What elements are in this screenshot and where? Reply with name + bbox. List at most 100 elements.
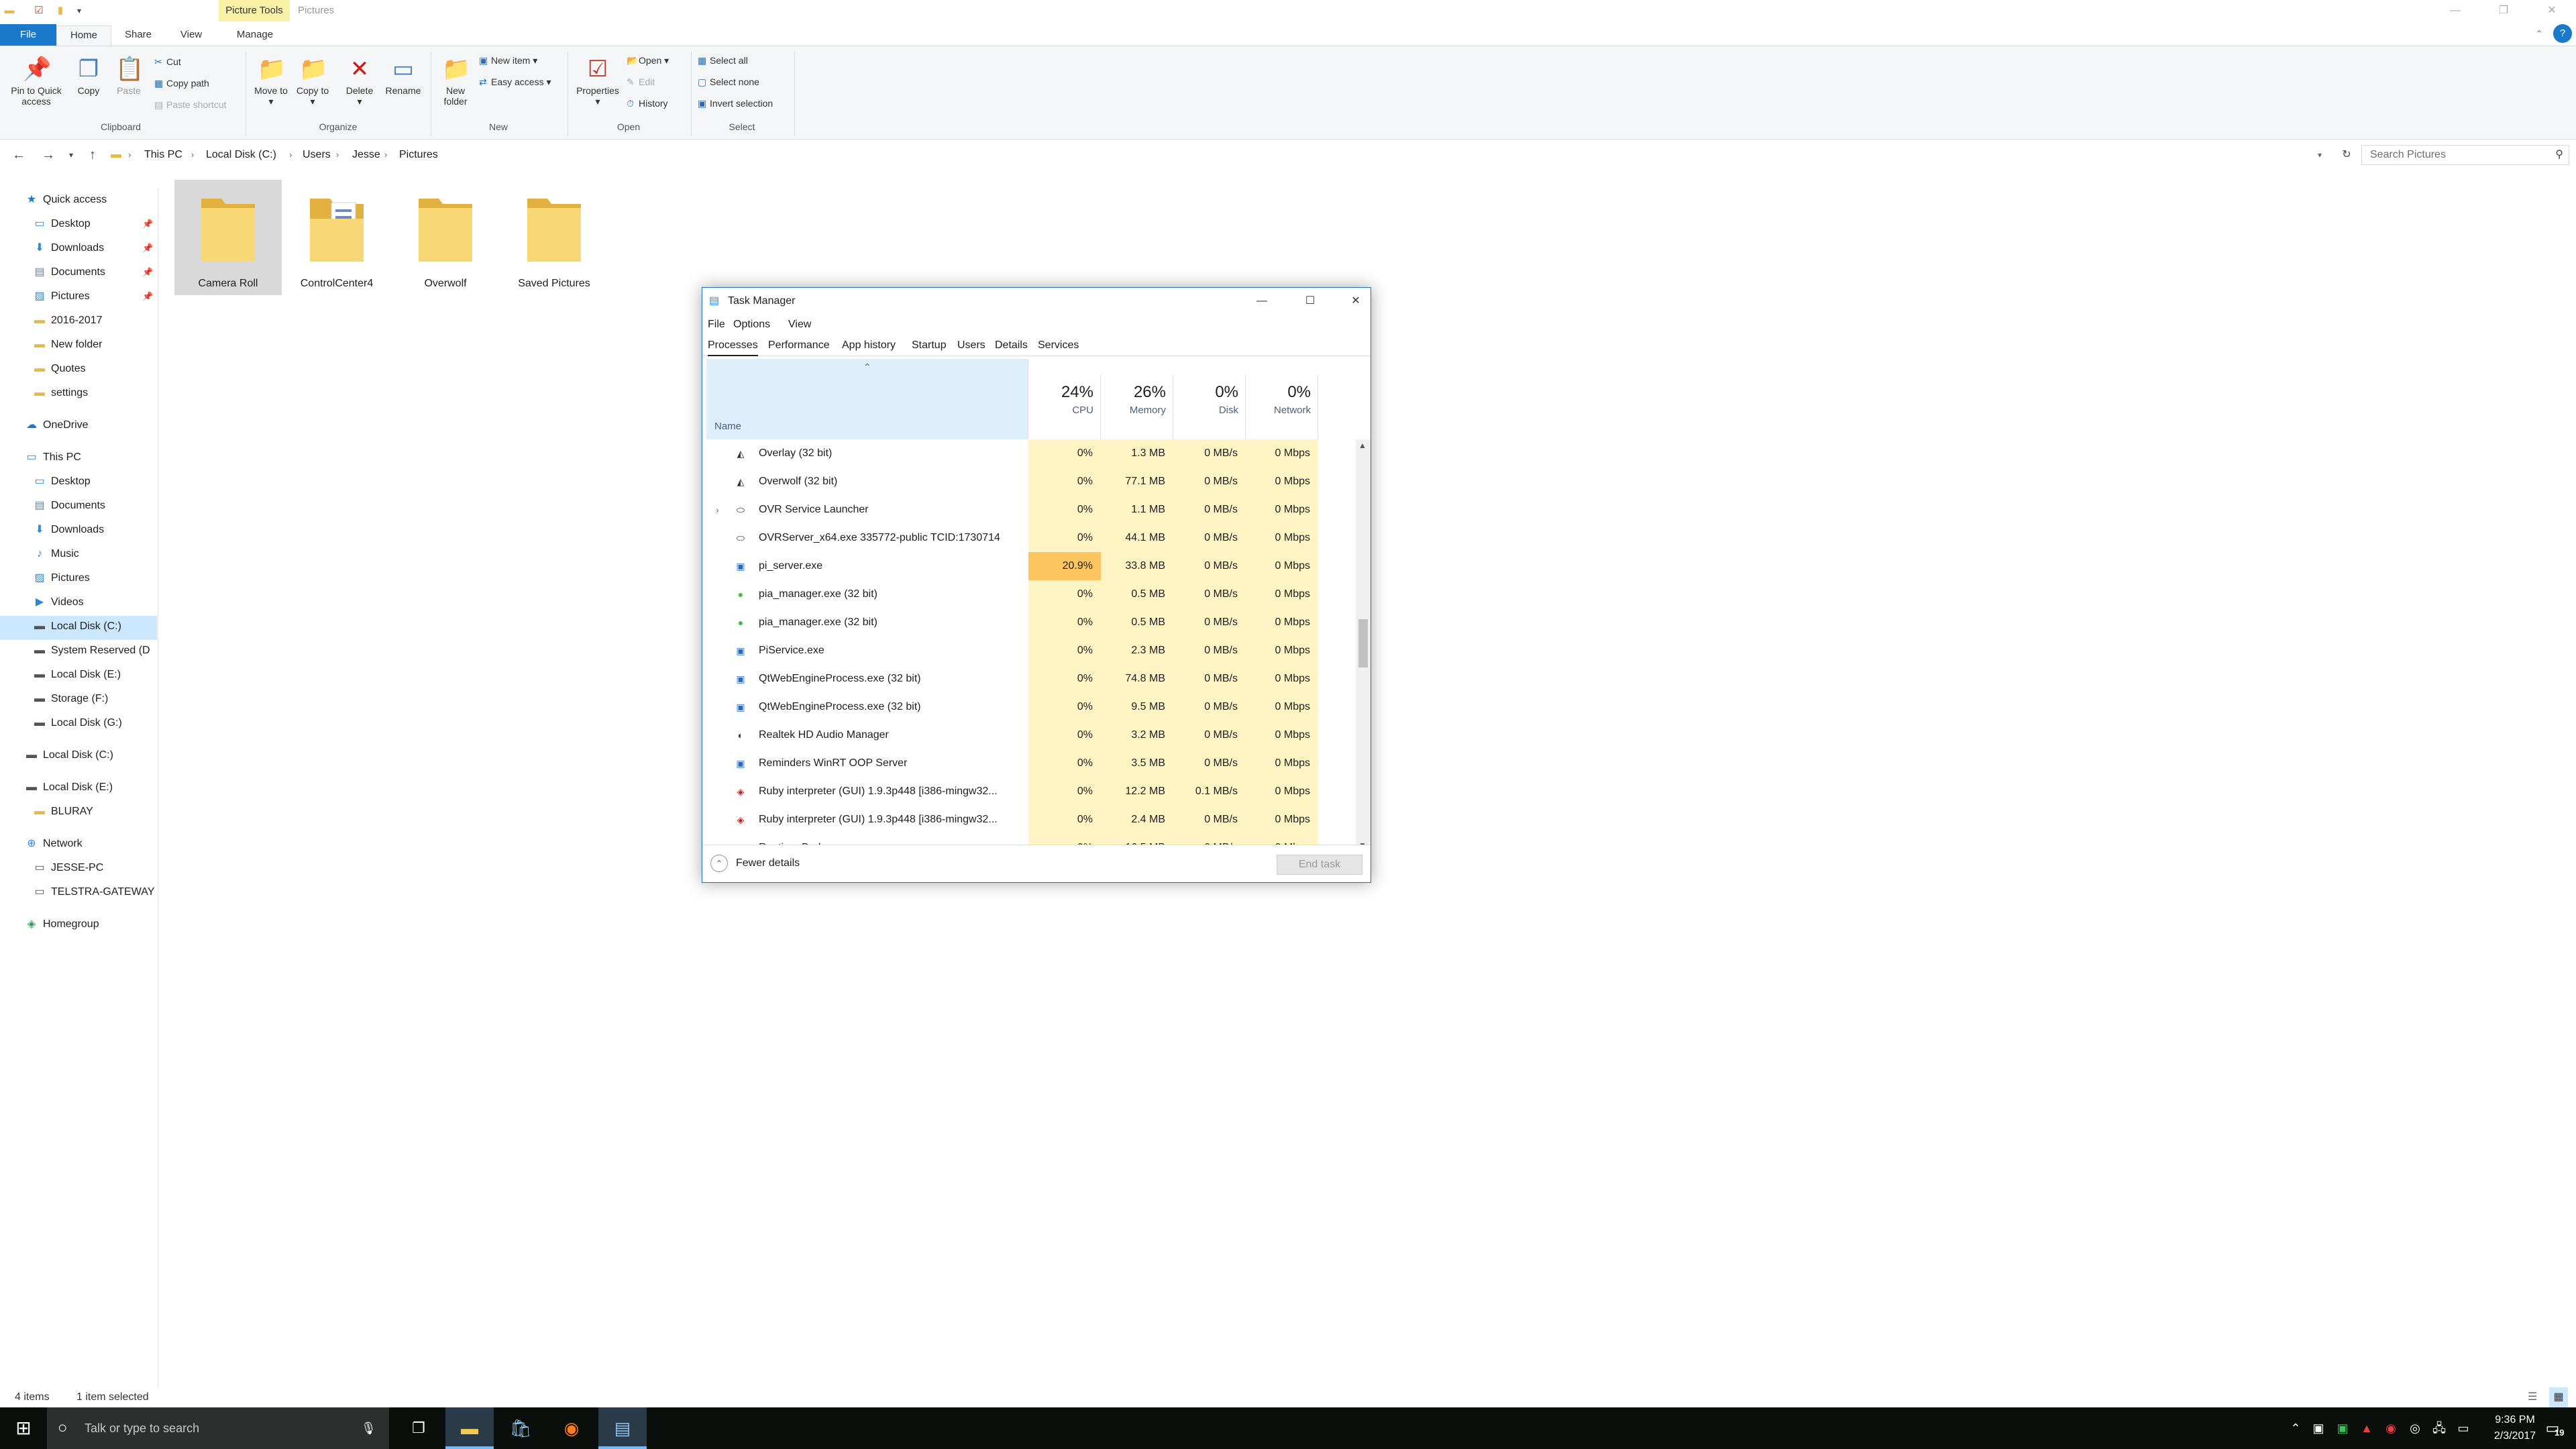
- store-taskbar-icon[interactable]: 🛍: [496, 1407, 545, 1449]
- nav-pc-local-disk-e[interactable]: ▬ Local Disk (E:): [32, 663, 121, 687]
- tray-overwolf-icon[interactable]: ▲: [2357, 1407, 2376, 1449]
- nav-bluray[interactable]: ▬ BLURAY: [32, 800, 93, 824]
- windows-start-icon[interactable]: ⊞: [0, 1407, 47, 1449]
- nav-network[interactable]: ⊕ Network: [24, 832, 82, 856]
- pin-icon[interactable]: 📌: [142, 291, 153, 302]
- nav-pc-documents[interactable]: ▤ Documents: [32, 494, 105, 518]
- action-center-icon[interactable]: ▭: [2536, 1407, 2569, 1449]
- nav-local-disk-c[interactable]: ▬ Local Disk (C:): [24, 743, 113, 767]
- menu-view[interactable]: View: [788, 315, 811, 335]
- tab-share[interactable]: Share: [114, 25, 162, 44]
- process-row[interactable]: ▣ QtWebEngineProcess.exe (32 bit) 0% 9.5 MB…: [706, 693, 1356, 721]
- end-task-button[interactable]: End task: [1277, 855, 1362, 875]
- process-row[interactable]: ● pia_manager.exe (32 bit) 0% 0.5 MB 0 MB/s 0…: [706, 608, 1356, 637]
- process-row[interactable]: ▣ QtWebEngineProcess.exe (32 bit) 0% 74.8 M…: [706, 665, 1356, 693]
- nav-pc-local-disk-c[interactable]: ▬ Local Disk (C:): [32, 614, 121, 639]
- process-row[interactable]: ▣ PiService.exe 0% 2.3 MB 0 MB/s 0 Mbps: [706, 637, 1356, 665]
- tab-performance[interactable]: Performance: [768, 335, 830, 356]
- pin-to-quick-access-button[interactable]: 📌 Pin to Quick access: [5, 56, 67, 107]
- tab-manage[interactable]: Manage: [221, 25, 288, 44]
- nav-quick-2016-2017[interactable]: ▬ 2016-2017: [32, 309, 103, 333]
- tab-details[interactable]: Details: [995, 335, 1028, 356]
- breadcrumb-pictures[interactable]: Pictures: [399, 146, 438, 164]
- breadcrumb-separator-icon[interactable]: ›: [191, 146, 194, 164]
- tray-app-icon[interactable]: ▣: [2309, 1407, 2328, 1449]
- network-tray-icon[interactable]: 🖧: [2430, 1407, 2449, 1449]
- customize-qat-icon[interactable]: ▾: [74, 5, 85, 16]
- back-arrow-icon[interactable]: ←: [9, 145, 28, 165]
- process-row[interactable]: ◈ Ruby interpreter (GUI) 1.9.3p448 [i386-…: [706, 806, 1356, 834]
- tab-startup[interactable]: Startup: [912, 335, 947, 356]
- process-row[interactable]: ◭ Overwolf (32 bit) 0% 77.1 MB 0 MB/s 0 Mbps: [706, 468, 1356, 496]
- tab-app-history[interactable]: App history: [842, 335, 896, 356]
- network-column-header[interactable]: 0% Network: [1246, 375, 1318, 439]
- tray-nvidia-icon[interactable]: ▣: [2333, 1407, 2352, 1449]
- process-row[interactable]: ▣ Reminders WinRT OOP Server 0% 3.5 MB 0 MB/…: [706, 749, 1356, 777]
- tab-users[interactable]: Users: [957, 335, 985, 356]
- breadcrumb-jesse[interactable]: Jesse: [352, 146, 380, 164]
- nav-quick-documents[interactable]: ▤ Documents: [32, 260, 105, 284]
- nav-this-pc[interactable]: ▭ This PC: [24, 445, 80, 470]
- open-button[interactable]: 📂Open ▾: [627, 54, 669, 66]
- file-explorer-taskbar-icon[interactable]: ▬: [445, 1407, 494, 1449]
- details-view-icon[interactable]: ☰: [2528, 1387, 2537, 1407]
- breadcrumb-users[interactable]: Users: [303, 146, 331, 164]
- invert-selection-button[interactable]: ▣ Invert selection: [698, 97, 773, 109]
- nav-quick-quotes[interactable]: ▬ Quotes: [32, 357, 86, 381]
- folder-camera-roll[interactable]: Camera Roll: [174, 180, 282, 295]
- tab-file[interactable]: File: [0, 24, 56, 46]
- minimize-icon[interactable]: —: [1250, 288, 1274, 315]
- nav-quick-desktop[interactable]: ▭ Desktop: [32, 212, 90, 236]
- nav-pc-desktop[interactable]: ▭ Desktop: [32, 470, 90, 494]
- process-row[interactable]: ● pia_manager.exe (32 bit) 0% 0.5 MB 0 MB/s 0…: [706, 580, 1356, 608]
- nav-quick-downloads[interactable]: ⬇ Downloads: [32, 236, 104, 260]
- properties-button[interactable]: ☑ Properties ▾: [572, 56, 624, 107]
- close-icon[interactable]: ✕: [1344, 288, 1368, 315]
- breadcrumb-separator-icon[interactable]: ›: [384, 146, 387, 164]
- nav-quick-pictures[interactable]: ▨ Pictures: [32, 284, 89, 309]
- forward-arrow-icon[interactable]: →: [39, 145, 58, 165]
- history-button[interactable]: ⏱ History: [627, 97, 668, 109]
- process-row[interactable]: ▣ pi_server.exe 20.9% 33.8 MB 0 MB/s 0 Mbps: [706, 552, 1356, 580]
- new-folder-button[interactable]: 📁 New folder: [435, 56, 476, 107]
- scrollbar-thumb[interactable]: [1358, 619, 1368, 667]
- nav-pc-storage-f[interactable]: ▬ Storage (F:): [32, 687, 108, 711]
- close-icon[interactable]: ✕: [2528, 0, 2576, 21]
- paste-shortcut-button[interactable]: ▤ Paste shortcut: [154, 99, 227, 111]
- search-input[interactable]: Search Pictures ⚲: [2361, 145, 2569, 165]
- properties-icon[interactable]: ☑: [34, 5, 44, 16]
- minimize-icon[interactable]: —: [2431, 0, 2479, 21]
- scroll-up-icon[interactable]: ▲: [1358, 441, 1366, 450]
- fewer-details-link[interactable]: Fewer details: [736, 857, 800, 869]
- maximize-icon[interactable]: ❐: [2479, 0, 2528, 21]
- battery-tray-icon[interactable]: ▭: [2454, 1407, 2473, 1449]
- nav-pc-downloads[interactable]: ⬇ Downloads: [32, 518, 104, 542]
- nav-quick-access[interactable]: ★ Quick access: [24, 188, 107, 212]
- address-bar[interactable]: ▬ › This PC › Local Disk (C:) › Users › …: [103, 145, 2340, 165]
- delete-button[interactable]: ✕ Delete ▾: [339, 56, 380, 107]
- help-icon[interactable]: ?: [2553, 24, 2572, 43]
- folder-overwolf[interactable]: Overwolf: [392, 180, 499, 295]
- process-row[interactable]: ⬭ OVRServer_x64.exe 335772-public TCID:17…: [706, 524, 1356, 552]
- folder-saved-pictures[interactable]: Saved Pictures: [500, 180, 608, 295]
- new-folder-icon[interactable]: ▮: [55, 5, 66, 16]
- up-arrow-icon[interactable]: ↑: [83, 145, 102, 165]
- nav-pc-pictures[interactable]: ▨ Pictures: [32, 566, 89, 590]
- breadcrumb-local-disk[interactable]: Local Disk (C:): [206, 146, 276, 164]
- process-row[interactable]: › ⬭ OVR Service Launcher 0% 1.1 MB 0 MB/s 0 Mb…: [706, 496, 1356, 524]
- large-icons-view-icon[interactable]: ▦: [2549, 1387, 2568, 1407]
- easy-access-button[interactable]: ⇄ Easy access ▾: [479, 76, 551, 88]
- chevron-up-icon[interactable]: ⌃: [710, 855, 728, 872]
- tray-app-icon[interactable]: ◉: [2381, 1407, 2400, 1449]
- show-hidden-icons-chevron-icon[interactable]: ⌃: [2286, 1407, 2305, 1449]
- microphone-icon[interactable]: 🎙: [361, 1407, 376, 1449]
- memory-column-header[interactable]: 26% Memory: [1101, 375, 1173, 439]
- nav-pc-music[interactable]: ♪ Music: [32, 542, 79, 566]
- firefox-taskbar-icon[interactable]: ◉: [547, 1407, 596, 1449]
- select-none-button[interactable]: ▢ Select none: [698, 76, 759, 88]
- nav-quick-new-folder[interactable]: ▬ New folder: [32, 333, 102, 357]
- breadcrumb-separator-icon[interactable]: ›: [336, 146, 339, 164]
- tab-home[interactable]: Home: [56, 25, 111, 46]
- expand-chevron-icon[interactable]: ›: [716, 496, 719, 524]
- nav-pc-system-reserved[interactable]: ▬ System Reserved (D: [32, 639, 150, 663]
